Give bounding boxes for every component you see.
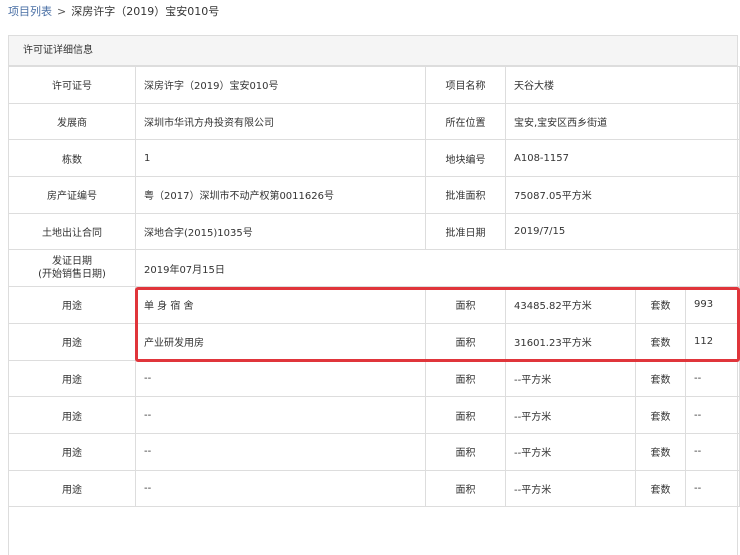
field-label: 批准日期 (425, 212, 506, 251)
area-value: --平方米 (505, 432, 636, 471)
usage-row: 用途 -- 面积 --平方米 套数 -- (8, 359, 740, 398)
field-label: 发展商 (8, 102, 136, 141)
field-label: 地块编号 (425, 139, 506, 178)
usage-row: 用途 -- 面积 --平方米 套数 -- (8, 469, 740, 508)
usage-value: -- (135, 432, 426, 471)
field-label: 栋数 (8, 139, 136, 178)
table-row: 栋数 1 地块编号 A108-1157 (8, 139, 740, 178)
usage-row: 用途 单 身 宿 舍 面积 43485.82平方米 套数 993 (8, 286, 740, 324)
usage-row: 用途 -- 面积 --平方米 套数 -- (8, 432, 740, 471)
usage-label: 用途 (8, 322, 136, 361)
field-value: 75087.05平方米 (505, 176, 740, 214)
unit-count-label: 套数 (635, 469, 686, 508)
field-label: 项目名称 (425, 66, 506, 104)
field-value: 2019/7/15 (505, 212, 740, 251)
breadcrumb-current: 深房许字（2019）宝安010号 (71, 5, 220, 18)
unit-count-label: 套数 (635, 286, 686, 324)
usage-label: 用途 (8, 396, 136, 434)
field-value: 1 (135, 139, 426, 178)
usage-value: 单 身 宿 舍 (135, 286, 426, 324)
unit-count-label: 套数 (635, 396, 686, 434)
field-value: A108-1157 (505, 139, 740, 178)
license-detail-panel: 许可证详细信息 许可证号 深房许字（2019）宝安010号 项目名称 天谷大楼 … (8, 35, 740, 555)
issue-date-value: 2019年07月15日 (135, 249, 740, 288)
area-label: 面积 (425, 432, 506, 471)
unit-count-value: 993 (685, 286, 740, 324)
area-label: 面积 (425, 322, 506, 361)
field-value: 深圳市华讯方舟投资有限公司 (135, 102, 426, 141)
field-value: 天谷大楼 (505, 66, 740, 104)
usage-row: 用途 -- 面积 --平方米 套数 -- (8, 396, 740, 434)
field-value: 宝安,宝安区西乡街道 (505, 102, 740, 141)
unit-count-label: 套数 (635, 322, 686, 361)
table-row: 发展商 深圳市华讯方舟投资有限公司 所在位置 宝安,宝安区西乡街道 (8, 102, 740, 141)
area-value: 31601.23平方米 (505, 322, 636, 361)
area-value: 43485.82平方米 (505, 286, 636, 324)
area-label: 面积 (425, 396, 506, 434)
field-value: 粤（2017）深圳市不动产权第0011626号 (135, 176, 426, 214)
field-label: 房产证编号 (8, 176, 136, 214)
unit-count-value: -- (685, 432, 740, 471)
usage-label: 用途 (8, 286, 136, 324)
unit-count-value: 112 (685, 322, 740, 361)
area-value: --平方米 (505, 359, 636, 398)
breadcrumb-link-project-list[interactable]: 项目列表 (8, 5, 52, 18)
unit-count-value: -- (685, 396, 740, 434)
usage-value: 产业研发用房 (135, 322, 426, 361)
unit-count-value: -- (685, 469, 740, 508)
license-detail-table: 许可证号 深房许字（2019）宝安010号 项目名称 天谷大楼 发展商 深圳市华… (8, 66, 740, 508)
area-label: 面积 (425, 286, 506, 324)
field-label: 批准面积 (425, 176, 506, 214)
issue-date-label-line2: (开始销售日期) (38, 269, 106, 281)
area-value: --平方米 (505, 469, 636, 508)
unit-count-value: -- (685, 359, 740, 398)
field-label: 土地出让合同 (8, 212, 136, 251)
panel-title: 许可证详细信息 (9, 36, 737, 66)
usage-value: -- (135, 396, 426, 434)
area-value: --平方米 (505, 396, 636, 434)
usage-label: 用途 (8, 359, 136, 398)
field-value: 深地合字(2015)1035号 (135, 212, 426, 251)
table-row: 土地出让合同 深地合字(2015)1035号 批准日期 2019/7/15 (8, 212, 740, 251)
breadcrumb-separator: > (57, 5, 67, 18)
usage-value: -- (135, 359, 426, 398)
field-label: 所在位置 (425, 102, 506, 141)
table-row: 许可证号 深房许字（2019）宝安010号 项目名称 天谷大楼 (8, 66, 740, 104)
table-row: 房产证编号 粤（2017）深圳市不动产权第0011626号 批准面积 75087… (8, 176, 740, 214)
issue-date-label-line1: 发证日期 (52, 256, 92, 268)
area-label: 面积 (425, 469, 506, 508)
usage-label: 用途 (8, 469, 136, 508)
unit-count-label: 套数 (635, 359, 686, 398)
issue-date-label: 发证日期 (开始销售日期) (8, 249, 136, 288)
usage-value: -- (135, 469, 426, 508)
unit-count-label: 套数 (635, 432, 686, 471)
field-value: 深房许字（2019）宝安010号 (135, 66, 426, 104)
breadcrumb: 项目列表 > 深房许字（2019）宝安010号 (8, 4, 219, 20)
usage-row: 用途 产业研发用房 面积 31601.23平方米 套数 112 (8, 322, 740, 361)
usage-label: 用途 (8, 432, 136, 471)
area-label: 面积 (425, 359, 506, 398)
table-row-issue-date: 发证日期 (开始销售日期) 2019年07月15日 (8, 249, 740, 288)
field-label: 许可证号 (8, 66, 136, 104)
